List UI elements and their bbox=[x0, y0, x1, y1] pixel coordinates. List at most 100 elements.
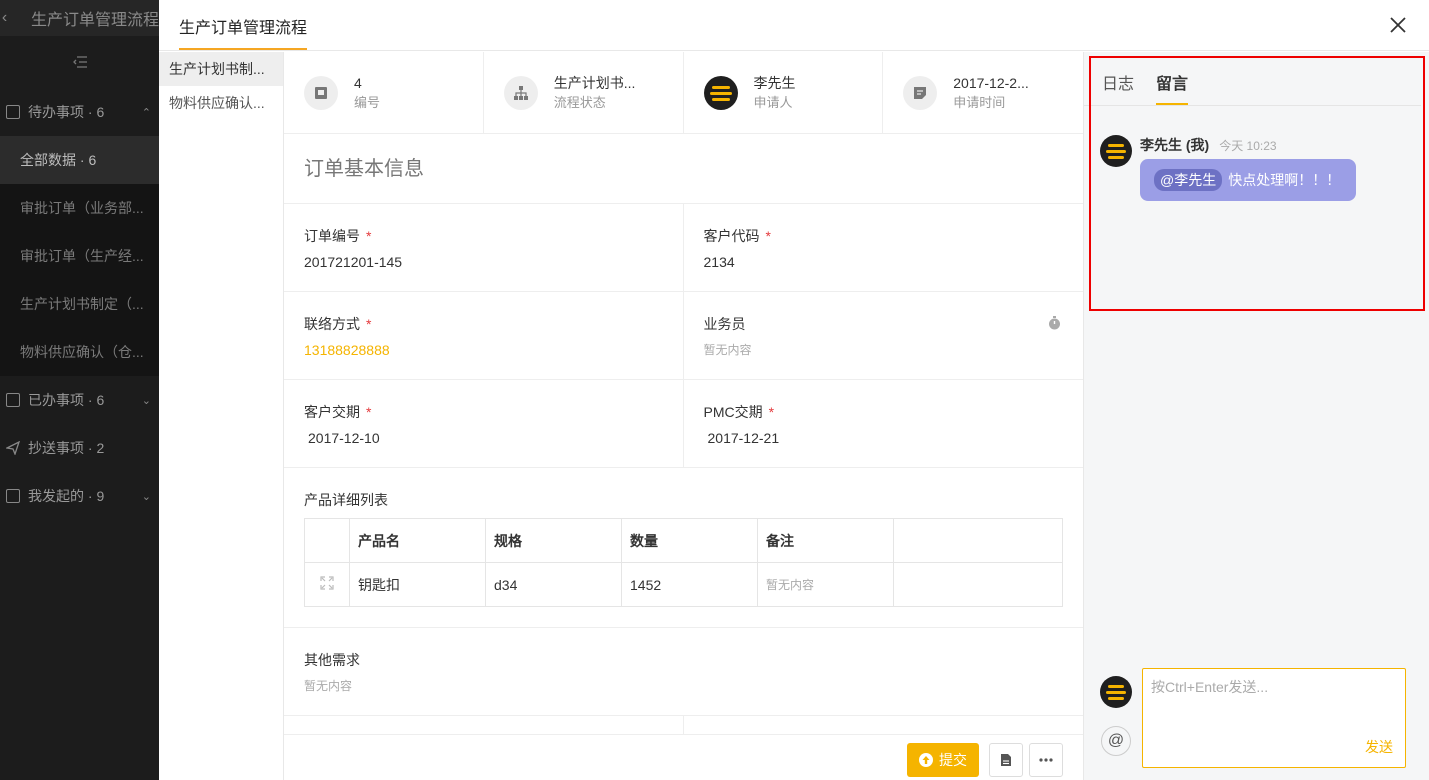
field-value: 2017-12-21 bbox=[707, 430, 780, 446]
field-label: 业务员 bbox=[703, 316, 746, 332]
process-modal: 生产订单管理流程 生产计划书制... 物料供应确认... 4 编号 生产计划书.… bbox=[159, 0, 1429, 780]
todo-icon bbox=[6, 105, 20, 119]
tab-log[interactable]: 日志 bbox=[1102, 52, 1134, 105]
group-label: 我发起的 · 9 bbox=[28, 488, 105, 504]
summary-label: 流程状态 bbox=[553, 95, 606, 110]
group-label: 抄送事项 · 2 bbox=[28, 440, 105, 456]
cell-qty: 1452 bbox=[621, 562, 758, 607]
summary-status: 生产计划书... 流程状态 bbox=[484, 52, 684, 134]
field-row: 订单编号 * 201721201-145 客户代码 * 2134 bbox=[284, 204, 1083, 292]
required-mark: * bbox=[366, 228, 372, 244]
comment-panel: 日志 留言 李先生 (我) 今天 10:23 @李先生 快点处理啊！！！ @ 按… bbox=[1083, 52, 1429, 780]
field-pmc-date[interactable]: PMC交期 * 2017-12-21 bbox=[684, 380, 1084, 467]
table-header: 备注 bbox=[757, 518, 894, 563]
comment-composer: @ 发送 bbox=[1100, 668, 1420, 772]
background-title: 生产订单管理流程 bbox=[30, 12, 159, 29]
product-table: 产品名 规格 数量 备注 钥匙扣 d34 1452 暂无内容 bbox=[304, 518, 1063, 607]
chevron-up-icon: ⌃ bbox=[141, 106, 151, 119]
summary-label: 申请时间 bbox=[953, 95, 1006, 110]
field-value: 暂无内容 bbox=[703, 343, 752, 357]
field-value: 2134 bbox=[703, 254, 735, 270]
close-button[interactable] bbox=[1385, 12, 1411, 38]
user-avatar bbox=[703, 76, 738, 110]
expand-icon bbox=[320, 576, 334, 590]
submit-button[interactable]: 提交 bbox=[907, 743, 979, 777]
mention-button[interactable]: @ bbox=[1101, 726, 1131, 756]
required-mark: * bbox=[765, 228, 771, 244]
table-header-blank bbox=[304, 518, 350, 563]
field-customer-code[interactable]: 客户代码 * 2134 bbox=[684, 204, 1084, 291]
required-mark: * bbox=[768, 404, 775, 420]
field-label: 联络方式 * bbox=[304, 316, 372, 332]
tab-message[interactable]: 留言 bbox=[1156, 52, 1189, 105]
field-label: 订单编号 * bbox=[304, 228, 372, 244]
nav-item-material[interactable]: 物料供应确认... bbox=[159, 86, 283, 120]
group-cc[interactable]: 抄送事项 · 2 bbox=[0, 424, 159, 472]
product-table-section: 产品详细列表 产品名 规格 数量 备注 钥匙扣 d34 1452 暂无内容 bbox=[284, 468, 1083, 628]
group-initiated[interactable]: 我发起的 · 9 ⌄ bbox=[0, 472, 159, 520]
field-customer-date[interactable]: 客户交期 * 2017-12-10 bbox=[284, 380, 684, 467]
field-salesman[interactable]: 业务员 暂无内容 bbox=[684, 292, 1084, 379]
group-label: 待办事项 · 6 bbox=[28, 104, 105, 120]
summary-value: 生产计划书... bbox=[553, 75, 636, 91]
back-chevron-icon[interactable]: ‹ bbox=[0, 9, 9, 27]
sub-item-all[interactable]: 全部数据 · 6 bbox=[0, 136, 159, 184]
sub-item-production-plan[interactable]: 生产计划书制定（... bbox=[0, 280, 159, 328]
more-button[interactable] bbox=[1029, 743, 1063, 777]
table-header: 数量 bbox=[621, 518, 758, 563]
background-header: ‹ 生产订单管理流程 bbox=[0, 0, 159, 36]
nav-item-production-plan[interactable]: 生产计划书制... bbox=[159, 52, 283, 86]
summary-value: 李先生 bbox=[753, 75, 796, 91]
table-title: 产品详细列表 bbox=[304, 492, 388, 508]
message-item: 李先生 (我) 今天 10:23 @李先生 快点处理啊！！！ bbox=[1100, 135, 1357, 201]
modal-title[interactable]: 生产订单管理流程 bbox=[179, 14, 307, 38]
summary-date: 2017-12-2... 申请时间 bbox=[883, 52, 1083, 134]
save-draft-button[interactable] bbox=[989, 743, 1023, 777]
field-value: 201721201-145 bbox=[304, 254, 403, 270]
mention-tag[interactable]: @李先生 bbox=[1154, 169, 1223, 191]
sub-item-material[interactable]: 物料供应确认（仓... bbox=[0, 328, 159, 376]
summary-applicant: 李先生 申请人 bbox=[684, 52, 884, 134]
table-header-blank bbox=[893, 518, 1063, 563]
flow-tree-icon bbox=[503, 76, 538, 110]
expand-row-button[interactable] bbox=[304, 562, 350, 607]
field-row: 联络方式 * 13188828888 业务员 暂无内容 bbox=[284, 292, 1083, 380]
field-other-requirements[interactable]: 其他需求 暂无内容 bbox=[284, 628, 1083, 716]
stopwatch-icon[interactable] bbox=[1048, 316, 1061, 333]
table-header: 规格 bbox=[485, 518, 622, 563]
more-dots-icon bbox=[1039, 758, 1053, 762]
user-avatar bbox=[1100, 135, 1132, 167]
required-mark: * bbox=[366, 316, 372, 332]
summary-value: 4 bbox=[354, 75, 362, 91]
close-icon bbox=[1390, 17, 1406, 33]
initiated-icon bbox=[6, 489, 20, 503]
collapse-menu-icon[interactable] bbox=[0, 36, 159, 88]
step-nav: 生产计划书制... 物料供应确认... bbox=[159, 52, 284, 780]
chevron-down-icon: ⌄ bbox=[141, 394, 151, 407]
table-header: 产品名 bbox=[349, 518, 486, 563]
id-badge-icon bbox=[304, 76, 338, 110]
field-contact[interactable]: 联络方式 * 13188828888 bbox=[284, 292, 684, 379]
comment-input[interactable] bbox=[1143, 669, 1405, 739]
cell-blank bbox=[893, 562, 1063, 607]
table-row[interactable]: 钥匙扣 d34 1452 暂无内容 bbox=[304, 562, 1063, 607]
field-label: PMC交期 * bbox=[703, 404, 775, 420]
send-button[interactable]: 发送 bbox=[1365, 737, 1393, 757]
comment-tabs: 日志 留言 bbox=[1084, 52, 1421, 106]
send-icon bbox=[4, 440, 21, 456]
table-header-row: 产品名 规格 数量 备注 bbox=[304, 518, 1063, 563]
cell-name: 钥匙扣 bbox=[349, 562, 486, 607]
sub-item-approve-business[interactable]: 审批订单（业务部... bbox=[0, 184, 159, 232]
group-done[interactable]: 已办事项 · 6 ⌄ bbox=[0, 376, 159, 424]
field-order-no[interactable]: 订单编号 * 201721201-145 bbox=[284, 204, 684, 291]
sub-item-approve-production[interactable]: 审批订单（生产经... bbox=[0, 232, 159, 280]
summary-value: 2017-12-2... bbox=[953, 75, 1029, 91]
phone-link[interactable]: 13188828888 bbox=[304, 340, 663, 360]
document-icon bbox=[1001, 754, 1011, 766]
form-footer: 提交 bbox=[284, 734, 1083, 780]
field-value: 暂无内容 bbox=[304, 679, 353, 693]
group-todo[interactable]: 待办事项 · 6 ⌃ bbox=[0, 88, 159, 136]
form-main: 4 编号 生产计划书... 流程状态 李先生 申请人 2017-12-2... … bbox=[284, 52, 1083, 780]
field-row: 客户交期 * 2017-12-10 PMC交期 * 2017-12-21 bbox=[284, 380, 1083, 468]
chevron-down-icon: ⌄ bbox=[141, 490, 151, 503]
